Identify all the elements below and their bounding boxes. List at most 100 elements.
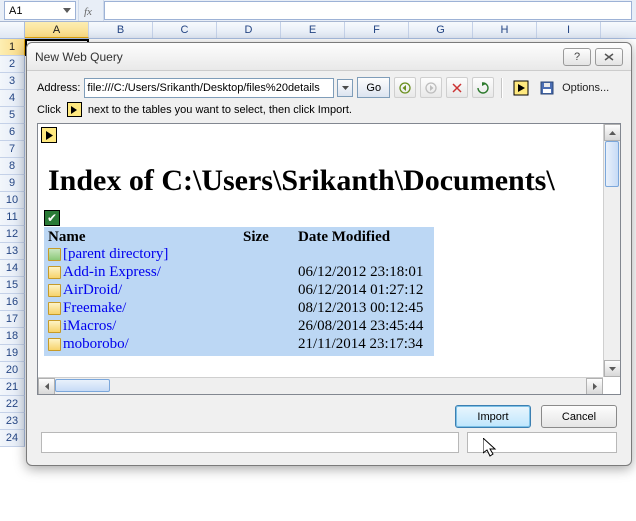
row-header[interactable]: 7 (0, 141, 25, 158)
scroll-thumb[interactable] (55, 379, 110, 392)
table-row[interactable]: AirDroid/06/12/2014 01:27:12 (44, 282, 434, 300)
row-header[interactable]: 6 (0, 124, 25, 141)
status-row (27, 428, 631, 453)
row-header[interactable]: 16 (0, 294, 25, 311)
hide-show-icons-button[interactable] (510, 77, 532, 98)
col-header[interactable]: H (473, 22, 537, 38)
row-header[interactable]: 5 (0, 107, 25, 124)
web-content[interactable]: Index of C:\Users\Srikanth\Documents\ ✔ … (38, 124, 603, 377)
row-header[interactable]: 8 (0, 158, 25, 175)
go-button[interactable]: Go (357, 77, 390, 98)
row-header[interactable]: 4 (0, 90, 25, 107)
row-date: 21/11/2014 23:17:34 (298, 336, 434, 353)
refresh-button[interactable] (472, 77, 494, 98)
table-row[interactable]: iMacros/26/08/2014 23:45:44 (44, 318, 434, 336)
col-header[interactable]: D (217, 22, 281, 38)
col-header[interactable]: G (409, 22, 473, 38)
stop-icon (452, 83, 462, 93)
toolbar-separator (501, 78, 503, 98)
hide-arrow-icon (513, 80, 529, 96)
row-header[interactable]: 9 (0, 175, 25, 192)
address-label: Address: (37, 82, 80, 94)
col-header[interactable]: F (345, 22, 409, 38)
row-header[interactable]: 20 (0, 362, 25, 379)
address-input[interactable] (87, 82, 331, 94)
stop-button[interactable] (446, 77, 468, 98)
col-header[interactable]: B (89, 22, 153, 38)
table-row[interactable]: Freemake/08/12/2013 00:12:45 (44, 300, 434, 318)
scroll-thumb[interactable] (605, 141, 619, 187)
address-toolbar: Address: Go Options... (27, 71, 631, 100)
col-header[interactable]: I (537, 22, 601, 38)
row-date: 08/12/2013 00:12:45 (298, 300, 434, 317)
save-icon (540, 81, 554, 95)
address-history-dropdown[interactable] (337, 79, 353, 97)
chevron-down-icon (609, 367, 616, 371)
table-row[interactable]: moborobo/21/11/2014 23:17:34 (44, 336, 434, 354)
page-select-marker[interactable] (41, 127, 57, 143)
status-progress-box (467, 432, 617, 453)
formula-input[interactable] (104, 1, 632, 20)
row-header[interactable]: 2 (0, 56, 25, 73)
row-header[interactable]: 15 (0, 277, 25, 294)
cancel-button[interactable]: Cancel (541, 405, 617, 428)
close-button[interactable] (595, 48, 623, 66)
nav-back-button[interactable] (394, 77, 416, 98)
col-header[interactable]: A (25, 22, 89, 38)
scroll-track[interactable] (55, 378, 586, 395)
scroll-right-button[interactable] (586, 378, 603, 395)
row-header[interactable]: 22 (0, 396, 25, 413)
row-header[interactable]: 1 (0, 39, 25, 56)
chevron-up-icon (609, 131, 616, 135)
close-icon (604, 53, 614, 61)
chevron-down-icon[interactable] (63, 8, 71, 13)
import-button[interactable]: Import (455, 405, 531, 428)
scroll-up-button[interactable] (604, 124, 621, 141)
save-query-button[interactable] (536, 77, 558, 98)
row-header[interactable]: 10 (0, 192, 25, 209)
scroll-down-button[interactable] (604, 360, 621, 377)
arrow-right-icon (425, 82, 437, 94)
row-header[interactable]: 19 (0, 345, 25, 362)
folder-icon (48, 266, 61, 279)
horizontal-scrollbar[interactable] (38, 377, 603, 394)
col-header[interactable]: C (153, 22, 217, 38)
table-row[interactable]: Add-in Express/06/12/2012 23:18:01 (44, 264, 434, 282)
row-header[interactable]: 18 (0, 328, 25, 345)
col-date: Date Modified (298, 229, 434, 246)
options-button[interactable]: Options... (562, 82, 609, 94)
col-header[interactable]: E (281, 22, 345, 38)
fx-button[interactable]: fx (78, 0, 104, 21)
row-headers: 1 2 3 4 5 6 7 8 9 10 11 12 13 14 15 16 1… (0, 39, 25, 447)
row-name: iMacros/ (63, 318, 243, 335)
directory-table: Name Size Date Modified [parent director… (44, 227, 434, 356)
refresh-icon (477, 82, 489, 94)
folder-icon (48, 320, 61, 333)
help-button[interactable]: ? (563, 48, 591, 66)
row-header[interactable]: 12 (0, 226, 25, 243)
row-header[interactable]: 21 (0, 379, 25, 396)
row-header[interactable]: 17 (0, 311, 25, 328)
row-header[interactable]: 11 (0, 209, 25, 226)
row-header[interactable]: 13 (0, 243, 25, 260)
web-preview-area: Index of C:\Users\Srikanth\Documents\ ✔ … (37, 123, 621, 395)
hint-text-post: next to the tables you want to select, t… (88, 104, 352, 116)
scroll-left-button[interactable] (38, 378, 55, 395)
table-row[interactable]: [parent directory] (44, 246, 434, 264)
address-input-wrap (84, 78, 334, 98)
nav-forward-button[interactable] (420, 77, 442, 98)
row-header[interactable]: 3 (0, 73, 25, 90)
vertical-scrollbar[interactable] (603, 124, 620, 377)
name-box[interactable]: A1 (4, 1, 76, 20)
row-header[interactable]: 14 (0, 260, 25, 277)
row-header[interactable]: 23 (0, 413, 25, 430)
folder-icon (48, 284, 61, 297)
dialog-titlebar[interactable]: New Web Query ? (27, 43, 631, 71)
row-header[interactable]: 24 (0, 430, 25, 447)
table-selected-marker[interactable]: ✔ (44, 210, 60, 226)
folder-icon (48, 338, 61, 351)
scroll-track[interactable] (604, 141, 620, 360)
select-all-corner[interactable] (0, 22, 25, 38)
dialog-button-row: Import Cancel (27, 395, 631, 428)
row-name: Freemake/ (63, 300, 243, 317)
